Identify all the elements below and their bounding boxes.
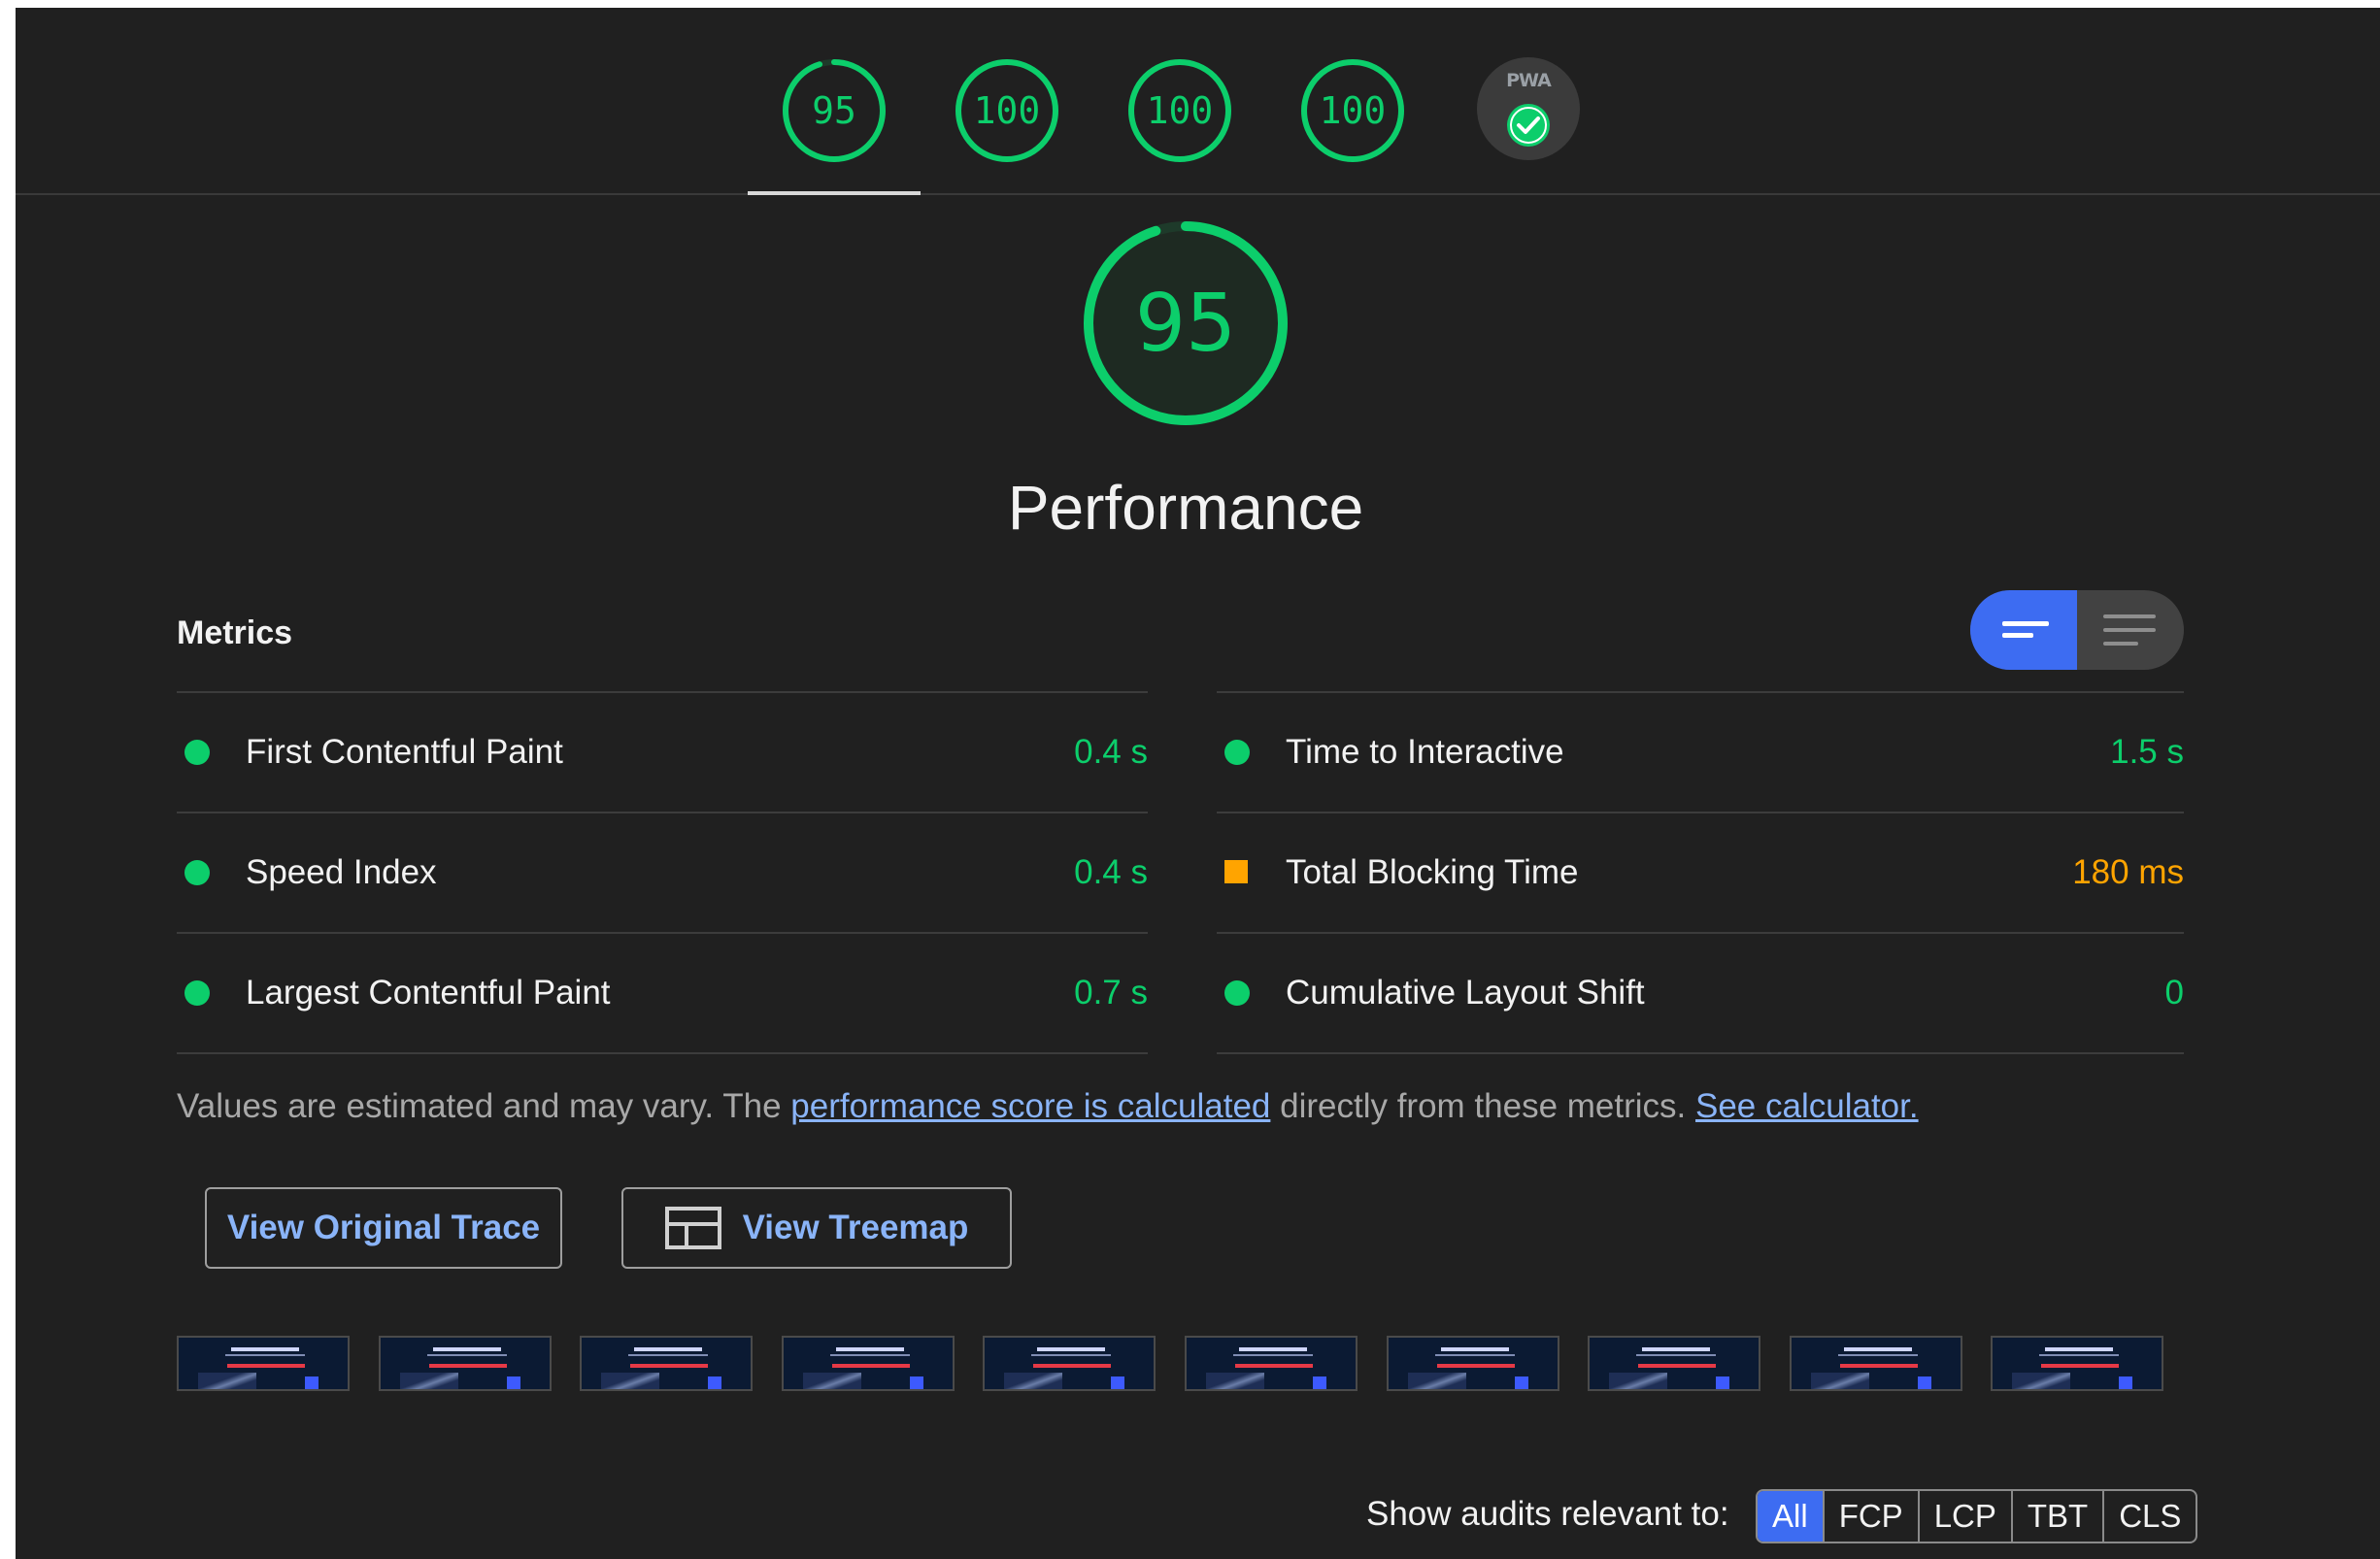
pass-dot-icon xyxy=(184,740,210,765)
bars-summary-icon xyxy=(2002,621,2049,638)
tab-gauge-accessibility[interactable]: 100 xyxy=(939,51,1075,197)
lines-detail-icon xyxy=(2103,614,2156,646)
treemap-icon xyxy=(664,1207,721,1249)
metric-time-to-interactive: Time to Interactive 1.5 s xyxy=(1217,692,2184,813)
filmstrip-frame xyxy=(1588,1336,1760,1391)
metric-speed-index: Speed Index 0.4 s xyxy=(177,813,1148,933)
pass-dot-icon xyxy=(1224,740,1250,765)
metric-value: 1.5 s xyxy=(2110,733,2184,771)
gauge-score: 95 xyxy=(812,89,856,132)
metric-label: Cumulative Layout Shift xyxy=(1286,974,1645,1012)
metric-value: 0 xyxy=(2164,974,2184,1012)
metrics-heading: Metrics xyxy=(177,614,293,651)
filmstrip-frame xyxy=(379,1336,552,1391)
metric-value: 180 ms xyxy=(2072,853,2184,891)
metric-largest-contentful-paint: Largest Contentful Paint 0.7 s xyxy=(177,933,1148,1053)
metric-value: 0.4 s xyxy=(1074,853,1148,891)
tab-gauge-best-practices[interactable]: 100 xyxy=(1112,51,1248,197)
tab-pwa-badge[interactable]: PWA xyxy=(1477,57,1580,160)
metric-value: 0.7 s xyxy=(1074,974,1148,1012)
filmstrip-frame xyxy=(983,1336,1156,1391)
button-label: View Treemap xyxy=(742,1209,969,1246)
filmstrip-frame xyxy=(1790,1336,1962,1391)
metric-label: Speed Index xyxy=(246,853,437,891)
audit-filter-label: Show audits relevant to: xyxy=(1366,1495,1729,1533)
toggle-summary-view[interactable] xyxy=(1970,590,2077,670)
metric-value: 0.4 s xyxy=(1074,733,1148,771)
filter-chip-tbt[interactable]: TBT xyxy=(2010,1491,2102,1542)
metric-label: First Contentful Paint xyxy=(246,733,563,771)
metrics-note: Values are estimated and may vary. The p… xyxy=(177,1087,1919,1126)
toggle-detail-view[interactable] xyxy=(2077,590,2184,670)
metric-first-contentful-paint: First Contentful Paint 0.4 s xyxy=(177,692,1148,813)
metric-cumulative-layout-shift: Cumulative Layout Shift 0 xyxy=(1217,933,2184,1053)
active-tab-indicator xyxy=(748,191,921,195)
tabs-divider xyxy=(16,193,2380,195)
average-square-icon xyxy=(1224,860,1248,883)
filter-chip-lcp[interactable]: LCP xyxy=(1917,1491,2011,1542)
filmstrip-frame xyxy=(782,1336,955,1391)
filmstrip-frame xyxy=(1185,1336,1358,1391)
audit-filter-chips: All FCP LCP TBT CLS xyxy=(1756,1489,2198,1543)
view-treemap-button[interactable]: View Treemap xyxy=(621,1187,1012,1269)
lighthouse-report: 95 100 100 100 PWA 95 Performance Metric… xyxy=(16,8,2380,1559)
pass-dot-icon xyxy=(184,980,210,1006)
metric-label: Total Blocking Time xyxy=(1286,853,1579,891)
filmstrip-frame xyxy=(177,1336,350,1391)
button-label: View Original Trace xyxy=(226,1209,541,1246)
gauge-score: 100 xyxy=(973,89,1041,132)
check-circle-icon xyxy=(1507,104,1550,147)
metrics-view-toggle[interactable] xyxy=(1970,590,2184,670)
pwa-label: PWA xyxy=(1506,70,1552,91)
metric-total-blocking-time: Total Blocking Time 180 ms xyxy=(1217,813,2184,933)
metric-label: Time to Interactive xyxy=(1286,733,1564,771)
gauge-score: 100 xyxy=(1146,89,1214,132)
filter-chip-all[interactable]: All xyxy=(1758,1491,1823,1542)
pass-dot-icon xyxy=(184,860,210,885)
filmstrip-frame xyxy=(580,1336,753,1391)
pass-dot-icon xyxy=(1224,980,1250,1006)
note-text: directly from these metrics. xyxy=(1270,1087,1695,1125)
performance-score: 95 xyxy=(1134,277,1237,370)
tab-gauge-seo[interactable]: 100 xyxy=(1285,51,1421,197)
tab-gauge-performance[interactable]: 95 xyxy=(766,51,902,197)
note-text: Values are estimated and may vary. The xyxy=(177,1087,791,1125)
filmstrip-frame xyxy=(1991,1336,2163,1391)
see-calculator-link[interactable]: See calculator. xyxy=(1695,1087,1919,1125)
gauge-score: 100 xyxy=(1319,89,1387,132)
filmstrip-frame xyxy=(1387,1336,1559,1391)
category-title: Performance xyxy=(1007,473,1364,543)
score-calculated-link[interactable]: performance score is calculated xyxy=(790,1087,1270,1125)
view-original-trace-button[interactable]: View Original Trace xyxy=(205,1187,562,1269)
filter-chip-cls[interactable]: CLS xyxy=(2102,1491,2196,1542)
filter-chip-fcp[interactable]: FCP xyxy=(1822,1491,1918,1542)
metric-label: Largest Contentful Paint xyxy=(246,974,611,1012)
